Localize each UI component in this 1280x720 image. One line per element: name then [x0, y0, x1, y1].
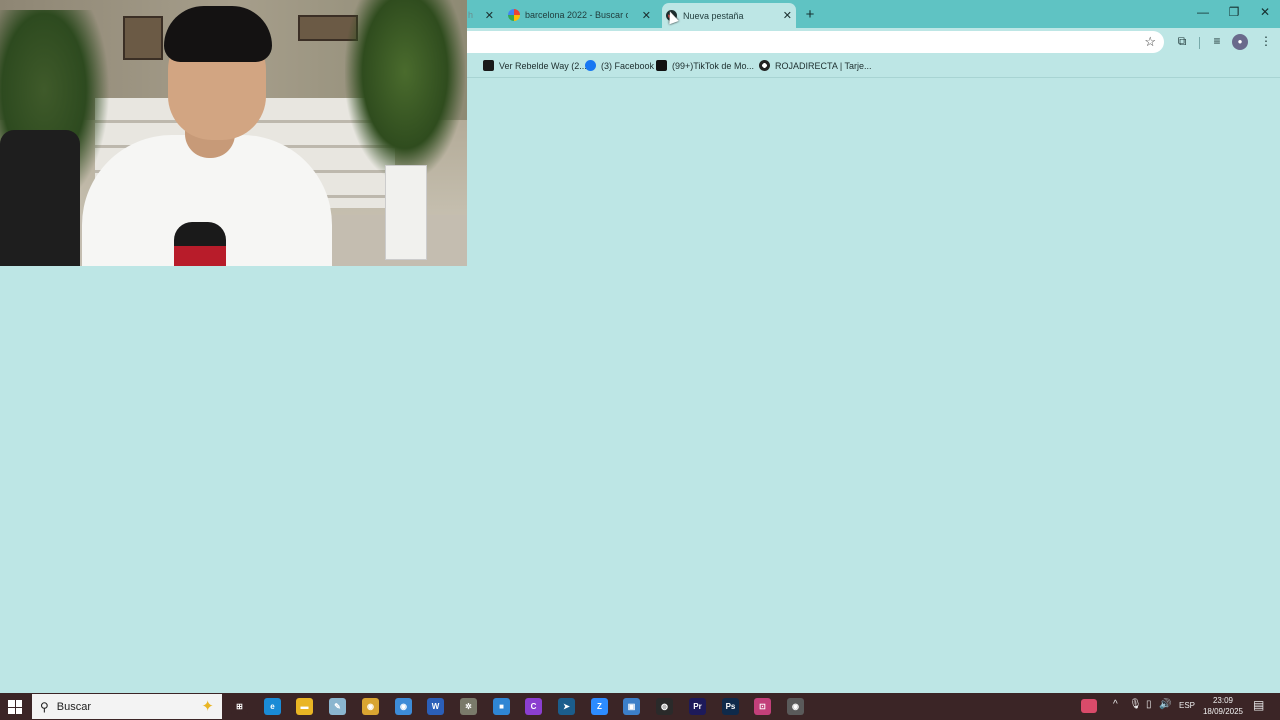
steam-app-icon[interactable]: ➤	[558, 698, 575, 715]
chrome-active-app-icon[interactable]: ◉	[787, 698, 804, 715]
profile-avatar[interactable]: ●	[1232, 34, 1248, 50]
clock-time: 23:09	[1212, 696, 1234, 705]
clock-date: 18/09/2025	[1202, 707, 1244, 716]
volume-icon[interactable]: 🔊	[1159, 699, 1171, 710]
edge-app-icon[interactable]: e	[264, 698, 281, 715]
file-explorer-app-icon[interactable]: ▬	[296, 698, 313, 715]
search-icon: ⚲	[40, 699, 49, 714]
canva-app-icon[interactable]: C	[525, 698, 542, 715]
capcut-app-icon[interactable]: ⊡	[754, 698, 771, 715]
chrome-alt-app-icon[interactable]: ◉	[395, 698, 412, 715]
menu-icon[interactable]: ⋮	[1257, 34, 1275, 48]
close-icon[interactable]: ✕	[638, 9, 655, 22]
minimize-button[interactable]: —	[1188, 5, 1218, 19]
google-icon	[508, 9, 520, 21]
taskbar: ⚲ Buscar ✦ ⊞ e ▬ ✎ ◉ ◉ W ✲ ■ C ➤ Z ▣ ◍ Pr Ps ⊡ ◉ ^ 🎙 ▯ 🔊 …	[0, 693, 1280, 720]
close-icon[interactable]: ✕	[481, 9, 498, 22]
windows-logo-pane	[8, 707, 15, 714]
tool-app-icon[interactable]: ✲	[460, 698, 477, 715]
close-icon[interactable]: ✕	[779, 9, 796, 22]
windows-logo-pane	[15, 700, 22, 707]
bookmark-label: ROJADIRECTA | Tarje...	[775, 60, 872, 71]
windows-logo-pane	[8, 700, 15, 707]
tiktok-icon	[656, 60, 667, 71]
store-app-icon[interactable]: ■	[493, 698, 510, 715]
chrome-app-icon[interactable]: ◉	[362, 698, 379, 715]
language-indicator[interactable]: ESP	[1179, 701, 1195, 710]
webcam-microphone-band	[174, 246, 226, 266]
obs-app-icon[interactable]: ◍	[656, 698, 673, 715]
bookmark-label: Ver Rebelde Way (2...	[499, 60, 587, 71]
tab-barcelona-search[interactable]: barcelona 2022 - Buscar con Google ✕	[505, 4, 655, 26]
webcam-plant-pot	[385, 165, 427, 260]
extensions-icon[interactable]: ⧉	[1173, 34, 1191, 49]
app-window-app-icon[interactable]: ▣	[623, 698, 640, 715]
photoshop-app-icon[interactable]: Ps	[722, 698, 739, 715]
bookmark-label: (99+)TikTok de Mo...	[672, 60, 754, 71]
close-window-button[interactable]: ✕	[1250, 5, 1280, 19]
address-bar[interactable]: ☆	[440, 31, 1164, 53]
copilot-spark-icon[interactable]: ✦	[201, 697, 214, 715]
windows-logo-pane	[15, 707, 22, 714]
zoom-app-icon[interactable]: Z	[591, 698, 608, 715]
bookmark-tiktok[interactable]: (99+)TikTok de Mo...	[656, 60, 754, 71]
soccer-ball-icon	[759, 60, 770, 71]
notes-app-icon[interactable]: ✎	[329, 698, 346, 715]
tab-label: barcelona 2022 - Buscar con Google	[525, 10, 628, 20]
star-icon[interactable]: ☆	[1144, 34, 1156, 50]
film-icon	[483, 60, 494, 71]
tab-new-tab-active[interactable]: Nueva pestaña ✕	[662, 3, 796, 28]
webcam-chair	[0, 130, 80, 266]
microphone-icon[interactable]: 🎙	[1129, 699, 1142, 710]
tab-label: Nueva pestaña	[683, 10, 744, 21]
webcam-overlay	[0, 0, 467, 266]
task-view-app-icon[interactable]: ⊞	[231, 698, 248, 715]
bookmark-label: (3) Facebook	[601, 60, 655, 71]
webcam-person-hair	[164, 6, 272, 62]
bookmark-rebelde-way[interactable]: Ver Rebelde Way (2...	[483, 60, 587, 71]
word-app-icon[interactable]: W	[427, 698, 444, 715]
tray-expand-icon[interactable]: ^	[1113, 699, 1118, 710]
webcam-plant	[345, 0, 465, 180]
search-placeholder: Buscar	[56, 700, 92, 713]
toolbar-divider	[1199, 37, 1200, 49]
notifications-icon[interactable]: ▤	[1253, 698, 1264, 712]
weather-widget-icon[interactable]	[1081, 699, 1097, 713]
start-button[interactable]	[8, 700, 22, 714]
bookmark-facebook[interactable]: (3) Facebook	[585, 60, 654, 71]
bookmark-rojadirecta[interactable]: ROJADIRECTA | Tarje...	[759, 60, 872, 71]
new-tab-button[interactable]: +	[801, 5, 819, 23]
system-clock[interactable]: 23:09 18/09/2025	[1199, 695, 1247, 717]
facebook-icon	[585, 60, 596, 71]
webcam-picture-frame	[123, 16, 163, 60]
maximize-button[interactable]: ❐	[1219, 5, 1249, 19]
premiere-app-icon[interactable]: Pr	[689, 698, 706, 715]
media-control-icon[interactable]: ≡	[1208, 34, 1226, 48]
battery-icon[interactable]: ▯	[1146, 699, 1152, 710]
taskbar-search-box[interactable]: ⚲ Buscar ✦	[32, 694, 222, 719]
